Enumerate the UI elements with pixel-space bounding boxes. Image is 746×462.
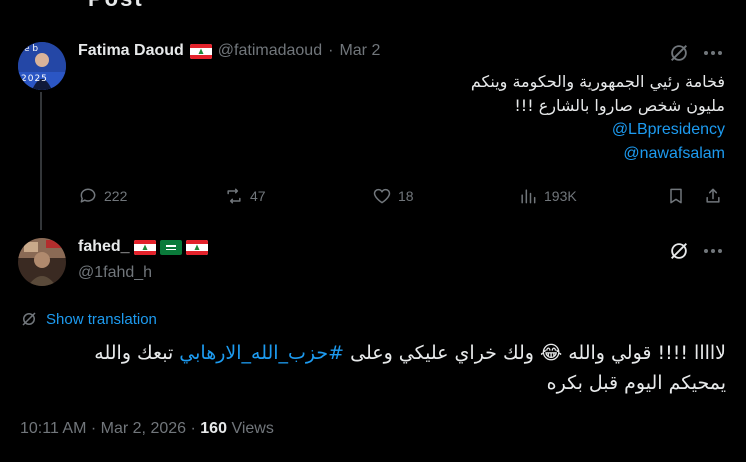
tweet-text-line2: مليون شخص صاروا بالشارع !!! (514, 96, 725, 115)
mention-nawafsalam[interactable]: @nawafsalam (300, 142, 725, 166)
like-count: 18 (398, 188, 414, 204)
handle[interactable]: @fatimadaoud (218, 42, 322, 60)
views-label: Views (231, 420, 274, 437)
lebanon-flag-icon (185, 239, 208, 255)
lebanon-flag-icon (189, 43, 212, 59)
repost-icon (227, 188, 241, 204)
reply-text-line2: يمحيكم اليوم قبل بكره (546, 372, 726, 394)
bookmark-button[interactable] (666, 186, 686, 210)
avatar-image (18, 238, 66, 286)
avatar-fahed[interactable] (18, 238, 66, 286)
share-icon (706, 188, 720, 203)
reply-text-line1: لااااا !!!! قولي والله 😂 ولك خراي عليكي … (40, 338, 726, 368)
mention-lbpresidency[interactable]: @LBpresidency (300, 118, 725, 142)
tweet-time[interactable]: 10:11 AM (20, 420, 86, 437)
tweet-date[interactable]: Mar 2 (339, 42, 380, 60)
reply-header: fahed_ (78, 238, 208, 256)
cut-off-header-text: Post (88, 0, 144, 12)
show-translation-link[interactable]: Show translation (20, 310, 157, 328)
avatar-text: 2025 (21, 74, 48, 84)
reply-icon (80, 188, 96, 203)
svg-text:e b: e b (24, 44, 38, 54)
hashtag-link[interactable]: #حزب_الله_الارهابي (179, 342, 344, 364)
repost-count: 47 (250, 188, 266, 204)
saudi-flag-icon (159, 239, 182, 255)
grok-icon[interactable] (668, 240, 690, 266)
tweet-full-date[interactable]: Mar 2, 2026 (101, 420, 186, 437)
more-icon[interactable] (704, 249, 722, 253)
tweet-text: فخامة رئيي الجمهورية والحكومة وينكم مليو… (300, 70, 725, 166)
views-button[interactable]: 193K (518, 186, 577, 206)
separator: · (328, 42, 334, 59)
display-name[interactable]: Fatima Daoud (78, 42, 184, 60)
tweet-header: Fatima Daoud @fatimadaoud · Mar 2 (78, 42, 380, 60)
heart-icon (373, 188, 391, 204)
lebanon-flag-icon (133, 239, 156, 255)
tweet-metadata: 10:11 AM · Mar 2, 2026 · 160 Views (20, 420, 274, 438)
thread-connector-line (40, 92, 42, 230)
handle[interactable]: @1fahd_h (78, 264, 152, 282)
display-name[interactable]: fahed_ (78, 238, 130, 256)
share-button[interactable] (703, 186, 723, 210)
reply-button[interactable]: 222 (78, 186, 127, 206)
show-translation-label: Show translation (46, 310, 157, 328)
reply-text-part-a: لااااا !!!! قولي والله 😂 ولك خراي عليكي … (344, 342, 726, 364)
grok-icon[interactable] (668, 42, 690, 68)
avatar-fatima[interactable]: e b 2025 (18, 42, 66, 90)
meta-separator: · (190, 420, 196, 437)
more-icon[interactable] (704, 51, 722, 55)
views-chart-icon (521, 189, 536, 204)
bookmark-icon (670, 188, 682, 204)
meta-separator: · (90, 420, 97, 437)
tweet-text-line1: فخامة رئيي الجمهورية والحكومة وينكم (470, 72, 725, 91)
like-button[interactable]: 18 (372, 186, 414, 206)
views-count: 193K (544, 188, 577, 204)
reply-text: لااااا !!!! قولي والله 😂 ولك خراي عليكي … (40, 338, 726, 398)
repost-button[interactable]: 47 (224, 186, 266, 206)
translate-icon (22, 312, 36, 326)
reply-count: 222 (104, 188, 128, 204)
reply-text-part-b: تبعك والله (94, 342, 180, 364)
views-number: 160 (200, 420, 227, 437)
